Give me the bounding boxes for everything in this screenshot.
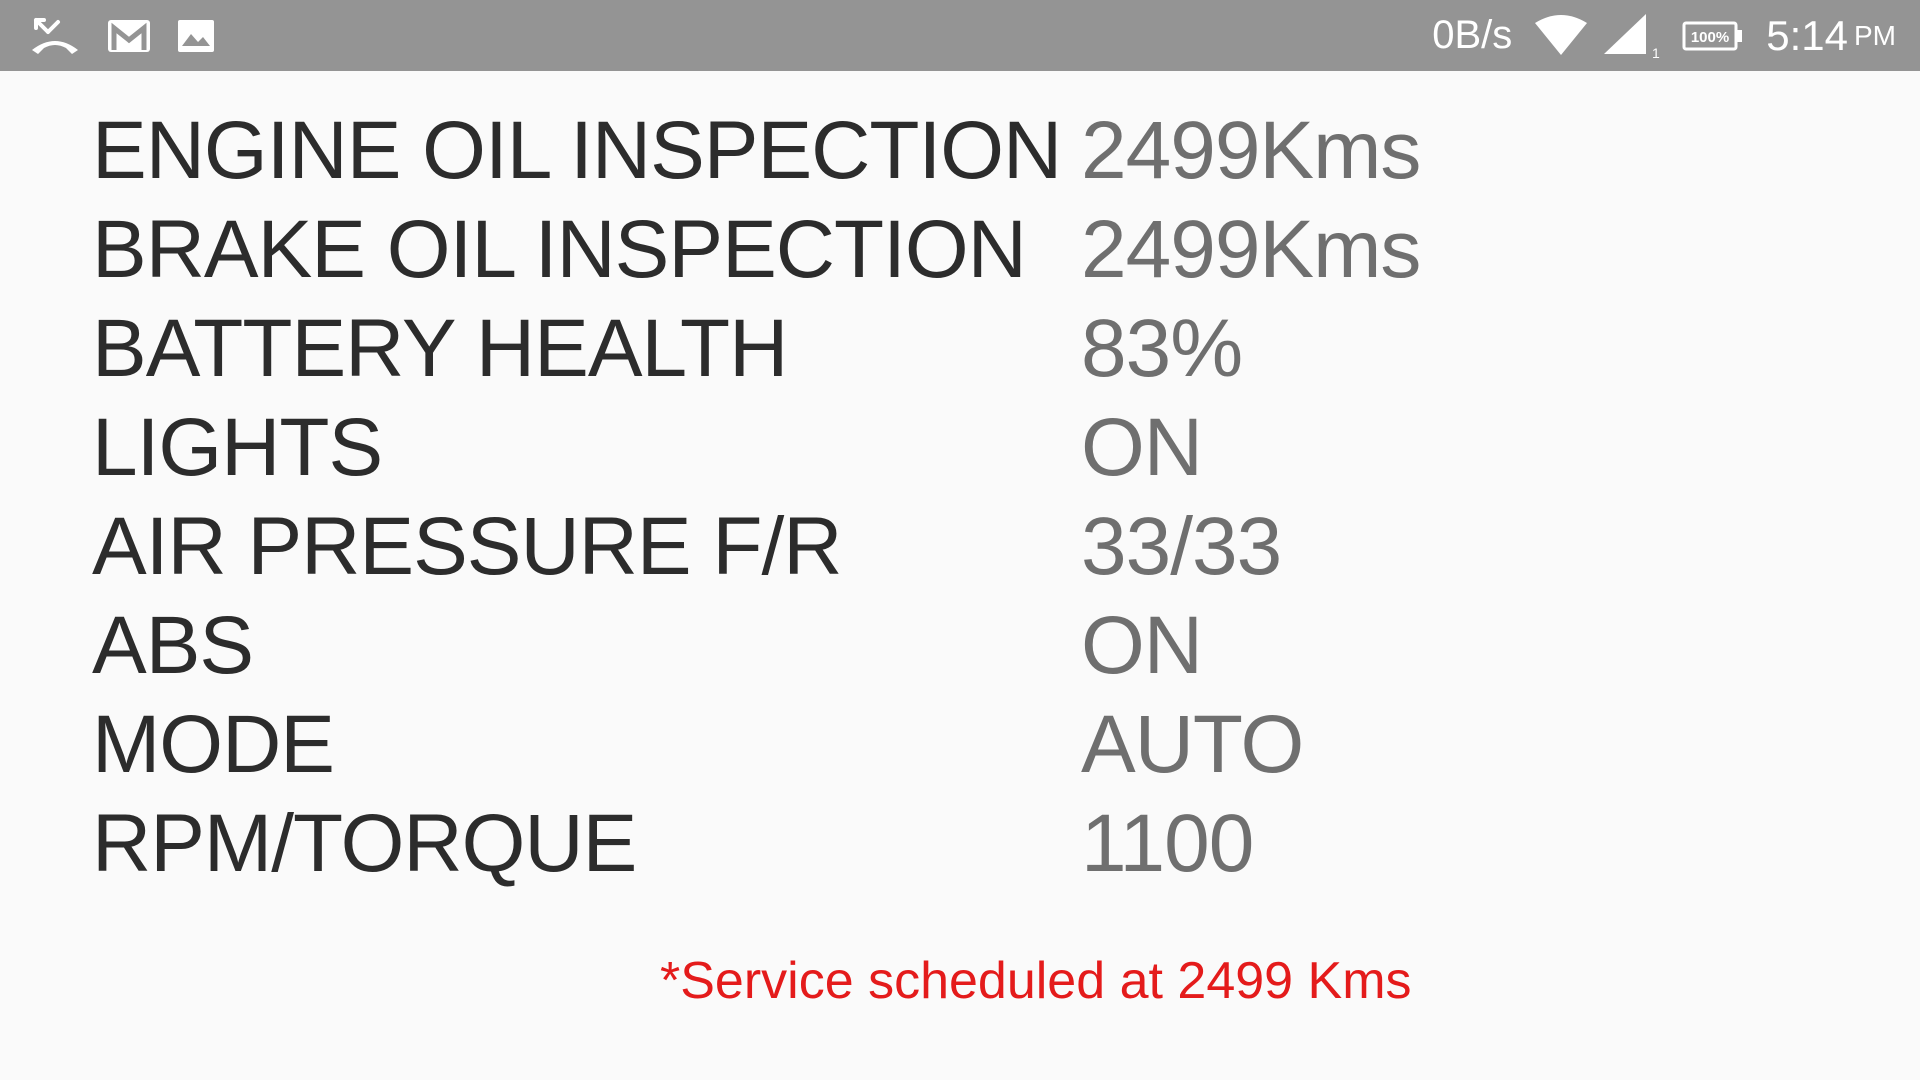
status-row-battery-health: BATTERY HEALTH 83% bbox=[92, 299, 1420, 398]
status-label: MODE bbox=[92, 698, 335, 790]
battery-icon: 100% bbox=[1682, 21, 1743, 50]
status-value: ON bbox=[1081, 599, 1203, 691]
gmail-icon bbox=[108, 20, 150, 52]
battery-indicator: 100% bbox=[1682, 21, 1744, 51]
status-label: AIR PRESSURE F/R bbox=[92, 500, 842, 592]
status-value: 83% bbox=[1081, 302, 1243, 394]
status-row-mode: MODE AUTO bbox=[92, 695, 1420, 794]
status-label: BATTERY HEALTH bbox=[92, 302, 788, 394]
service-note: *Service scheduled at 2499 Kms bbox=[660, 952, 1412, 1010]
status-row-lights: LIGHTS ON bbox=[92, 398, 1420, 497]
status-row-abs: ABS ON bbox=[92, 596, 1420, 695]
image-icon bbox=[178, 20, 214, 52]
status-label: LIGHTS bbox=[92, 401, 383, 493]
system-status: 0B/s 1 100% 5:14 PM bbox=[1432, 0, 1896, 71]
status-label: BRAKE OIL INSPECTION bbox=[92, 203, 1027, 295]
battery-percent: 100% bbox=[1691, 29, 1729, 46]
status-label: RPM/TORQUE bbox=[92, 797, 637, 889]
clock-time: 5:14 bbox=[1766, 11, 1848, 59]
status-value: 33/33 bbox=[1081, 500, 1282, 592]
status-label: ABS bbox=[92, 599, 254, 691]
status-bar: 0B/s 1 100% 5:14 PM bbox=[0, 0, 1920, 71]
network-speed: 0B/s bbox=[1432, 13, 1513, 57]
sim-slot-number: 1 bbox=[1652, 45, 1660, 58]
missed-call-icon bbox=[32, 18, 78, 54]
status-row-rpm-torque: RPM/TORQUE 1100 bbox=[92, 794, 1420, 893]
clock-ampm: PM bbox=[1854, 19, 1896, 51]
status-table: ENGINE OIL INSPECTION 2499Kms BRAKE OIL … bbox=[92, 101, 1421, 893]
status-label: ENGINE OIL INSPECTION bbox=[92, 104, 1062, 196]
wifi-icon bbox=[1535, 14, 1588, 55]
status-value: 2499Kms bbox=[1081, 104, 1421, 196]
status-row-air-pressure: AIR PRESSURE F/R 33/33 bbox=[92, 497, 1420, 596]
status-value: 2499Kms bbox=[1081, 203, 1421, 295]
status-value: ON bbox=[1081, 401, 1203, 493]
status-row-brake-oil: BRAKE OIL INSPECTION 2499Kms bbox=[92, 200, 1421, 299]
cell-signal-icon: 1 bbox=[1604, 13, 1660, 58]
status-value: 1100 bbox=[1081, 797, 1254, 889]
notification-icons bbox=[28, 14, 216, 58]
status-row-engine-oil: ENGINE OIL INSPECTION 2499Kms bbox=[92, 101, 1421, 200]
status-value: AUTO bbox=[1081, 698, 1304, 790]
vehicle-status-screen: ENGINE OIL INSPECTION 2499Kms BRAKE OIL … bbox=[0, 71, 1920, 1080]
